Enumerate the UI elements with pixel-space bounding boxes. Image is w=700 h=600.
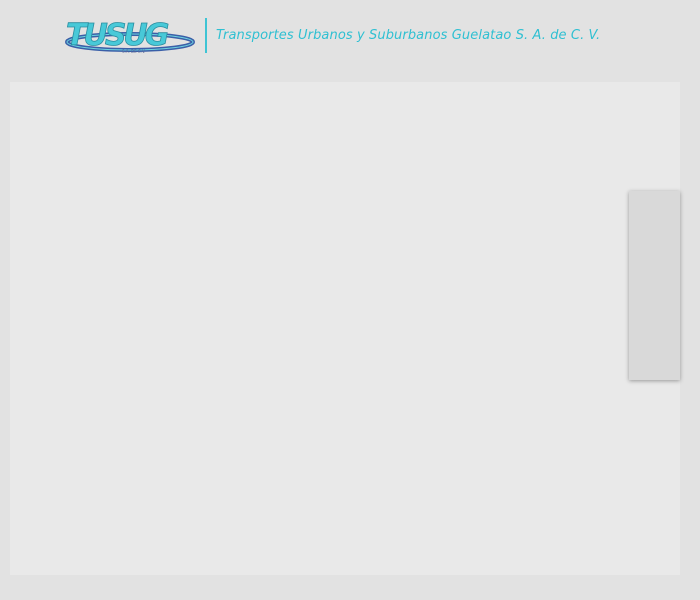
site-header: TUSUG S.A. DE C.V. Transportes Urbanos y… xyxy=(0,0,700,80)
page: TUSUG S.A. DE C.V. Transportes Urbanos y… xyxy=(0,0,700,600)
main-content-area xyxy=(10,82,680,575)
svg-text:TUSUG: TUSUG xyxy=(66,18,169,53)
svg-text:S.A. DE C.V.: S.A. DE C.V. xyxy=(122,49,145,54)
company-logo[interactable]: TUSUG S.A. DE C.V. xyxy=(62,18,196,54)
logo-graphic: TUSUG S.A. DE C.V. xyxy=(65,18,195,54)
side-panel-tab[interactable] xyxy=(629,191,680,380)
header-divider xyxy=(205,18,207,53)
company-name: Transportes Urbanos y Suburbanos Guelata… xyxy=(216,28,601,43)
